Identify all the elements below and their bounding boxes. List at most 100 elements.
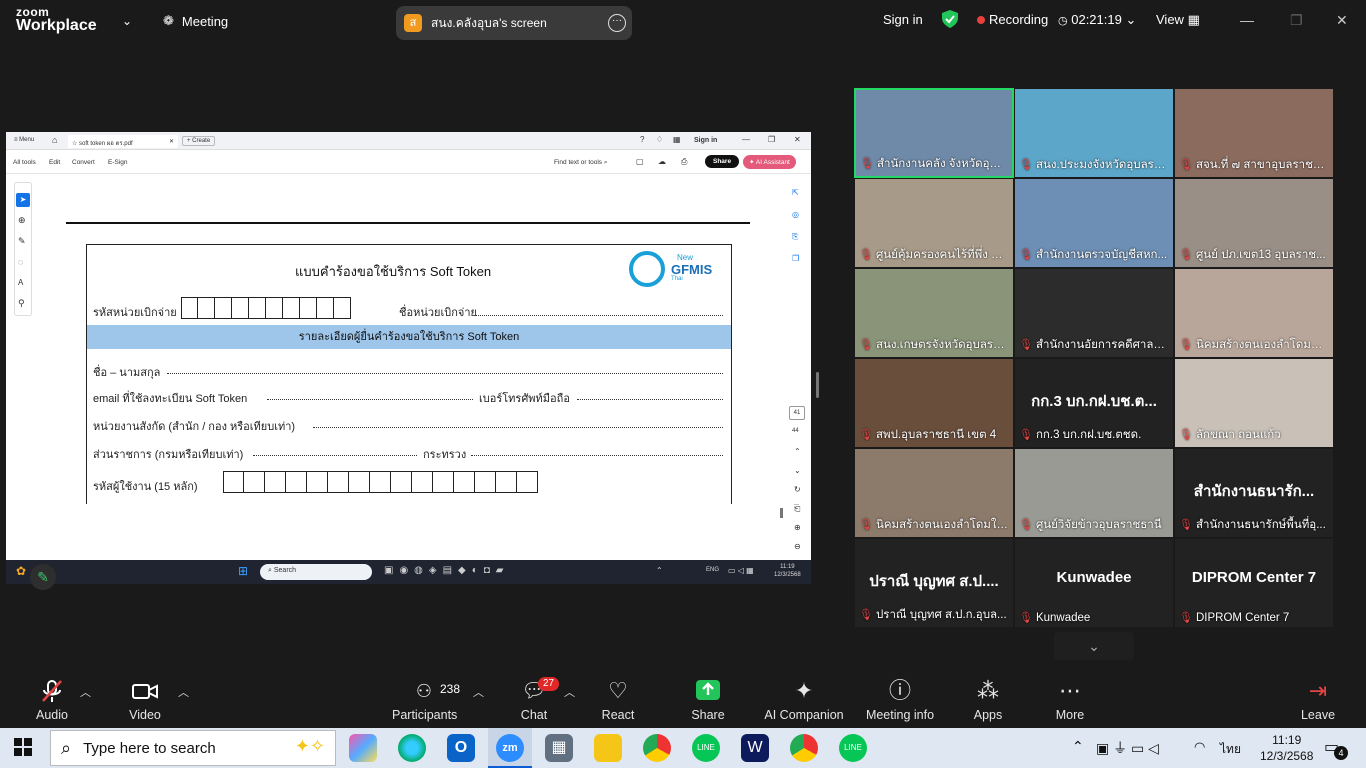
calculator-icon[interactable]: ▦ [545,734,573,762]
cloud-upload-icon[interactable]: ☁ [658,157,666,166]
chrome-profile-icon[interactable] [790,734,818,762]
acrobat-doc-tab[interactable]: ☆ soft token ผอ ตร.pdf ✕ [68,135,178,148]
splitter-handle[interactable] [816,372,819,398]
audio-button[interactable]: Audio [34,678,70,722]
scrollbar-thumb[interactable] [780,508,783,518]
participant-tile[interactable]: 🎙︎ ศูนย์วิจัยข้าวอุบลราชธานี [1014,448,1174,538]
maximize-icon[interactable]: ❐ [1290,12,1303,29]
menu-esign[interactable]: E-Sign [108,159,128,166]
file-explorer-icon[interactable] [594,734,622,762]
participant-tile[interactable]: 🎙︎ ศูนย์คุ้มครองคนไร้ที่พึ่ง จัง... [854,178,1014,268]
participant-tile[interactable]: 🎙︎ สนง.เกษตรจังหวัดอุบลรา... [854,268,1014,358]
shared-lang[interactable]: ENG [706,567,719,573]
zoom-in-icon[interactable]: ⊕ [794,518,801,537]
apps-grid-icon[interactable]: ▦ [673,135,681,144]
menu-edit[interactable]: Edit [49,159,60,166]
annotate-pen-icon[interactable]: ✎ [30,564,56,590]
tray-chevron-icon[interactable]: ⌃ [656,566,663,575]
comment-icon[interactable]: ⊕ [18,215,26,226]
create-button[interactable]: + Create [182,136,216,146]
participant-tile[interactable]: DIPROM Center 7 🎙︎ DIPROM Center 7 [1174,538,1334,628]
page-number-field[interactable]: 41 [789,406,805,420]
minimize-icon[interactable]: — [742,135,750,144]
help-icon[interactable]: ? [640,135,644,144]
share-screen-button[interactable]: Share [690,678,726,722]
more-options-icon[interactable]: ··· [608,14,626,32]
participant-tile[interactable]: สำนักงานธนารัก... 🎙︎ สำนักงานธนารักษ์พื้นท… [1174,448,1334,538]
edge-browser-icon[interactable] [398,734,426,762]
taskbar-language[interactable]: ไทย [1220,740,1241,759]
leave-button[interactable]: ⇥ Leave [1300,678,1336,722]
bookmark-icon[interactable]: ⎘ [792,226,808,248]
zoom-taskbar-item[interactable]: zm [488,728,532,768]
menu-all-tools[interactable]: All tools [13,159,36,166]
close-icon[interactable]: ✕ [1336,12,1348,29]
wifi-icon[interactable]: ◠ [1194,739,1205,755]
participant-tile[interactable]: ปราณี บุญทศ ส.ป.... 🎙︎ ปราณี บุญทศ ส.ป.ก.อ… [854,538,1014,628]
participant-tile[interactable]: 🎙︎ สำนักงานตรวจบัญชีสหก... [1014,178,1174,268]
weather-icon[interactable]: ✿ [16,564,26,578]
react-button[interactable]: ♡ React [600,678,636,722]
taskbar-clock[interactable]: 11:19 12/3/2568 [1260,732,1313,764]
meeting-timer[interactable]: ◷ 02:21:19 ⌄ [1058,12,1136,28]
select-cursor-icon[interactable]: ➤ [16,193,30,207]
rotate-icon[interactable]: ↻ [794,480,801,499]
chevron-down-icon[interactable]: ⌄ [1054,632,1134,660]
more-button[interactable]: ⋯ More [1052,678,1088,722]
pen-icon[interactable]: ✎ [18,236,26,247]
participant-tile[interactable]: 🎙︎ สพป.อุบลราชธานี เขต 4 [854,358,1014,448]
windows-start-icon[interactable]: ⊞ [238,564,248,578]
print-icon[interactable]: ⎙ [681,157,687,167]
participant-tile[interactable]: 🎙︎ ลักขณา ถอนแก้ว [1174,358,1334,448]
organize-icon[interactable]: ◎ [792,204,808,226]
participant-tile[interactable]: 🎙︎ ศูนย์ ปภ.เขต13 อุบลราช... [1174,178,1334,268]
maximize-icon[interactable]: ❐ [768,135,775,144]
home-icon[interactable]: ⌂ [52,135,57,145]
video-options-caret[interactable]: ︿ [178,684,189,700]
shared-search-box[interactable]: ⌕ Search [260,564,372,580]
view-menu[interactable]: View ▦ [1156,12,1200,28]
meeting-menu[interactable]: ❁ Meeting [163,13,228,29]
participant-tile[interactable]: 🎙︎ สำนักงานอัยการคดีศาลแ... [1014,268,1174,358]
shared-screen-pill[interactable]: ส สนง.คลังอุบล's screen ··· [396,6,632,40]
menu-convert[interactable]: Convert [72,159,95,166]
page-down-icon[interactable]: ⌄ [794,461,801,480]
lasso-icon[interactable]: ◌ [18,257,23,267]
shared-taskbar-apps[interactable]: ▣◉◍◈▤◆◐◘▰ [384,565,510,576]
participant-tile[interactable]: 🎙︎ นิคมสร้างตนเองลำโดมใหญ่ [854,448,1014,538]
sign-in-link[interactable]: Sign in [883,12,923,27]
bell-icon[interactable]: ♢ [656,135,663,144]
acrobat-menu[interactable]: ≡ Menu [14,137,34,143]
chevron-down-icon[interactable]: ⌄ [122,14,132,28]
page-up-icon[interactable]: ⌃ [794,442,801,461]
acrobat-sign-in[interactable]: Sign in [694,137,717,144]
participant-tile[interactable]: กก.3 บก.กฝ.บช.ต... 🎙︎ กก.3 บก.กฝ.บช.ตชด. [1014,358,1174,448]
fit-page-icon[interactable]: ⎗ [794,499,801,518]
chat-caret[interactable]: ︿ [564,684,575,700]
participant-tile[interactable]: 🎙︎สำนักงานคลัง จังหวัดอุบลราช... [854,88,1014,178]
ai-assistant-button[interactable]: ✦ AI Assistant [743,155,796,169]
shield-check-icon[interactable] [942,10,958,31]
participant-tile[interactable]: 🎙︎ สจน.ที่ ๗ สาขาอุบลราชธ... [1174,88,1334,178]
find-text-field[interactable]: Find text or tools ⌕ [554,159,608,167]
outlook-icon[interactable]: O [447,734,475,762]
whiteboard-app-icon[interactable]: W [741,734,769,762]
close-icon[interactable]: ✕ [794,135,801,144]
tray-icons[interactable]: ▣ ⏚ ▭ ◁ [1096,738,1159,758]
audio-options-caret[interactable]: ︿ [80,684,91,700]
tray-chevron-icon[interactable]: ⌃ [1072,738,1084,755]
copy-icon[interactable]: ❐ [792,248,808,270]
save-icon[interactable]: ▢ [636,157,644,166]
windows-start-icon[interactable] [14,738,32,761]
participant-tile[interactable]: 🎙︎ นิคมสร้างตนเองลำโดมน้อ... [1174,268,1334,358]
recording-indicator[interactable]: Recording [977,12,1048,27]
meeting-info-button[interactable]: ⓘ Meeting info [864,678,936,722]
chrome-icon[interactable] [643,734,671,762]
copilot-app-icon[interactable] [349,734,377,762]
taskbar-search-box[interactable]: ⌕ Type here to search ✦✧ [50,730,336,766]
stamp-icon[interactable]: ⚲ [18,298,25,309]
close-tab-icon[interactable]: ✕ [169,138,174,145]
video-button[interactable]: Video [126,678,164,722]
participants-caret[interactable]: ︿ [473,684,484,700]
text-box-icon[interactable]: A [18,278,23,287]
